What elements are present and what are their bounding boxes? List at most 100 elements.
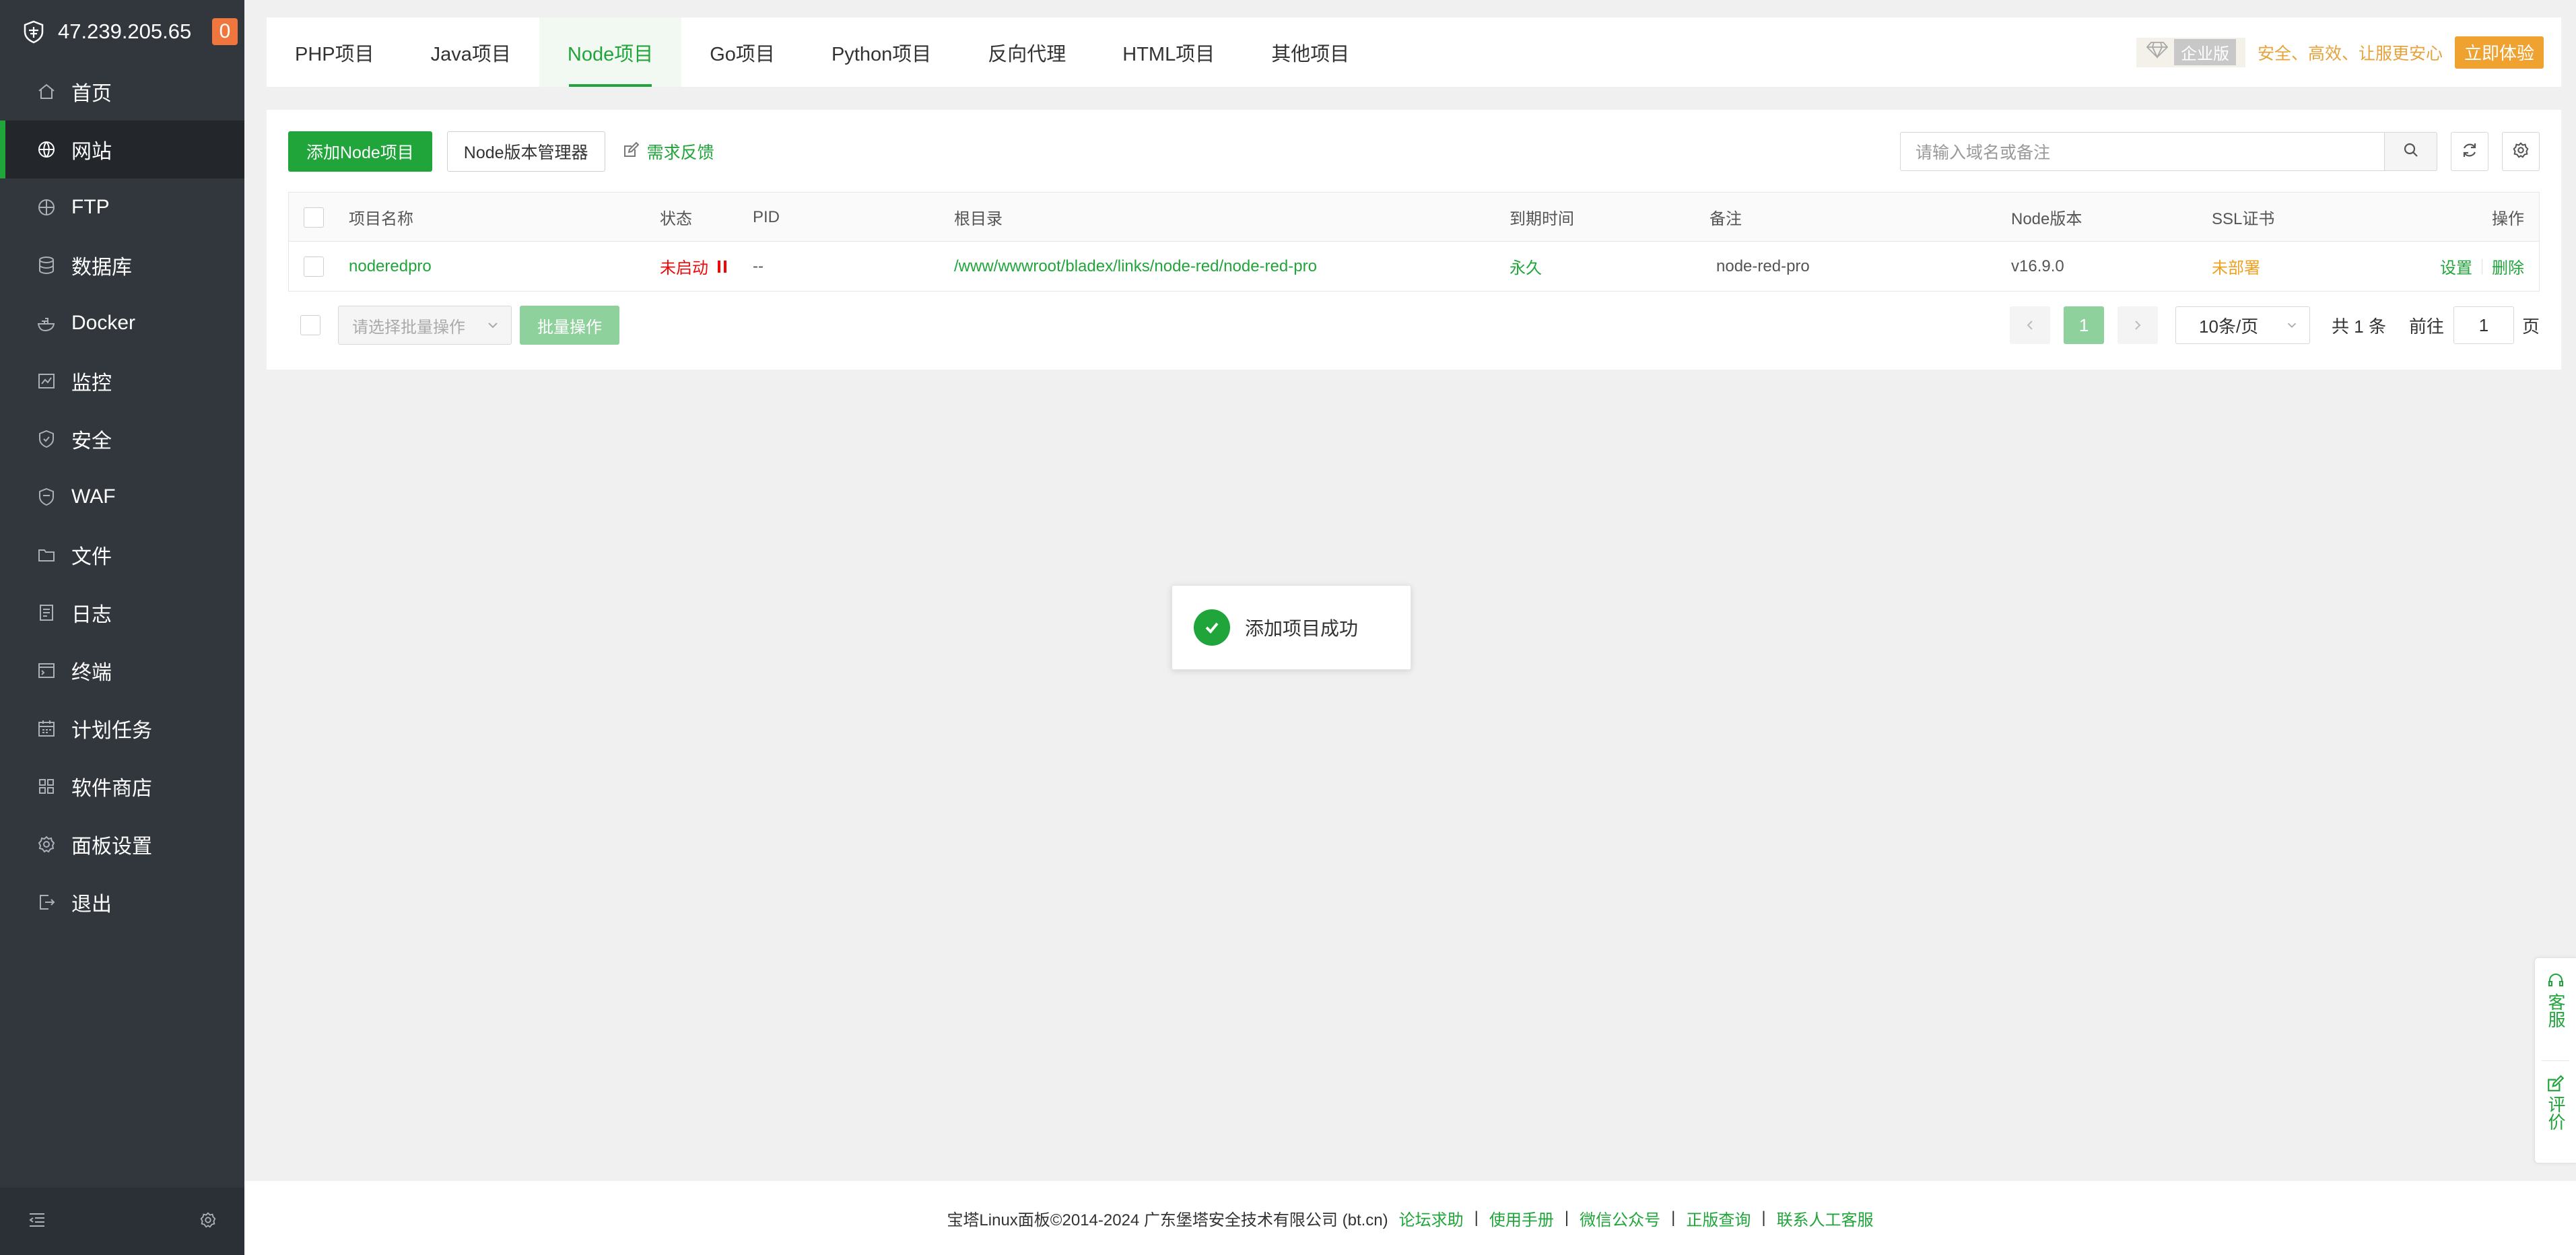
sidebar-item-ftp[interactable]: FTP (0, 178, 244, 236)
sidebar-item-label: 网站 (71, 141, 112, 163)
database-icon (36, 255, 57, 275)
footer-link-wechat[interactable]: 微信公众号 (1580, 1207, 1660, 1230)
sidebar-item-label: 面板设置 (71, 836, 152, 858)
sidebar-item-cron[interactable]: 计划任务 (0, 700, 244, 757)
enterprise-promo: 企业版 安全、高效、让服更安心 立即体验 (2136, 18, 2561, 87)
tab-reverse-proxy[interactable]: 反向代理 (959, 18, 1094, 87)
status-text: 未启动 (660, 259, 708, 277)
terminal-icon (36, 660, 57, 681)
search-input[interactable]: 请输入域名或备注 (1900, 132, 2385, 171)
settings-link[interactable]: 设置 (2440, 255, 2472, 278)
waf-shield-icon (36, 487, 57, 507)
project-name-link[interactable]: noderedpro (349, 242, 432, 291)
project-root-link[interactable]: /www/wwwroot/bladex/links/node-red/node-… (954, 242, 1317, 291)
sidebar-item-label: Docker (71, 312, 136, 334)
tab-html[interactable]: HTML项目 (1094, 18, 1243, 87)
sidebar-item-logs[interactable]: 日志 (0, 584, 244, 642)
table-header-row: 项目名称 状态 PID 根目录 到期时间 备注 Node版本 SSL证书 操作 (289, 193, 2539, 242)
sidebar-item-label: 数据库 (71, 257, 132, 279)
sidebar-item-label: 文件 (71, 546, 112, 568)
sidebar-menu: 首页 网站 FTP 数据库 Docker 监控 安全 WAF 文件 日志 终端 … (0, 63, 244, 931)
search-button[interactable] (2385, 132, 2437, 171)
server-ip[interactable]: 47.239.205.65 (58, 20, 191, 44)
refresh-button[interactable] (2451, 132, 2488, 171)
project-remark[interactable]: node-red-pro (1716, 242, 1810, 291)
footer-link-support[interactable]: 联系人工客服 (1777, 1207, 1874, 1230)
sidebar-footer (0, 1188, 244, 1255)
tab-java[interactable]: Java项目 (403, 18, 539, 87)
enterprise-label: 企业版 (2173, 39, 2236, 65)
table-settings-button[interactable] (2502, 132, 2540, 171)
col-node-version-header: Node版本 (2011, 210, 2082, 228)
footer-link-manual[interactable]: 使用手册 (1489, 1207, 1554, 1230)
try-now-button[interactable]: 立即体验 (2454, 36, 2544, 69)
log-icon (36, 603, 57, 623)
calendar-icon (36, 718, 57, 739)
project-node-version: v16.9.0 (2011, 257, 2064, 275)
sidebar-item-home[interactable]: 首页 (0, 63, 244, 121)
enterprise-tag: 企业版 (2136, 37, 2245, 67)
tab-php[interactable]: PHP项目 (267, 18, 403, 87)
refresh-icon (2460, 141, 2479, 163)
sidebar-item-security[interactable]: 安全 (0, 410, 244, 468)
sidebar-settings-icon[interactable] (199, 1211, 217, 1233)
sidebar-item-database[interactable]: 数据库 (0, 236, 244, 294)
batch-operation-button[interactable]: 批量操作 (520, 306, 619, 345)
page-footer: 宝塔Linux面板©2014-2024 广东堡塔安全技术有限公司 (bt.cn)… (244, 1181, 2576, 1255)
project-expire[interactable]: 永久 (1510, 242, 1542, 291)
node-version-manager-button[interactable]: Node版本管理器 (446, 131, 605, 172)
sidebar-item-settings[interactable]: 面板设置 (0, 815, 244, 873)
review-button[interactable]: 评价 (2535, 1074, 2576, 1130)
sidebar-item-terminal[interactable]: 终端 (0, 642, 244, 700)
notification-badge[interactable]: 0 (212, 18, 238, 45)
sidebar-item-docker[interactable]: Docker (0, 294, 244, 352)
apps-grid-icon (36, 776, 57, 796)
search-icon (2402, 141, 2420, 162)
col-expire-header[interactable]: 到期时间 (1510, 193, 1574, 242)
page-size-value: 10条/页 (2199, 316, 2259, 337)
project-ssl-status[interactable]: 未部署 (2212, 242, 2260, 291)
footer-link-license[interactable]: 正版查询 (1686, 1207, 1751, 1230)
sidebar-item-files[interactable]: 文件 (0, 526, 244, 584)
prev-page-button[interactable] (2010, 306, 2051, 344)
collapse-menu-icon[interactable] (27, 1210, 47, 1233)
tab-node[interactable]: Node项目 (539, 18, 682, 87)
row-checkbox[interactable] (304, 256, 324, 277)
sidebar-item-label: WAF (71, 485, 116, 508)
feedback-link[interactable]: 需求反馈 (623, 139, 714, 164)
select-all-checkbox[interactable] (304, 207, 324, 228)
customer-service-button[interactable]: 客服 (2535, 972, 2576, 1028)
col-name-header[interactable]: 项目名称 (349, 193, 413, 242)
toolbar: 添加Node项目 Node版本管理器 需求反馈 请输入域名或备注 (288, 131, 2540, 172)
goto-page-input[interactable]: 1 (2453, 306, 2514, 344)
delete-link[interactable]: 删除 (2492, 255, 2524, 278)
table-footer: 请选择批量操作 批量操作 1 10条/页 共 1 条 前往 1 页 (300, 305, 2540, 345)
review-label: 评价 (2546, 1095, 2566, 1130)
footer-separator: | (1761, 1209, 1766, 1227)
page-size-select[interactable]: 10条/页 (2175, 306, 2311, 344)
page-unit-label: 页 (2521, 316, 2540, 337)
sidebar-item-monitor[interactable]: 监控 (0, 352, 244, 410)
sidebar-item-label: 日志 (71, 604, 112, 626)
batch-operation-select[interactable]: 请选择批量操作 (338, 306, 512, 345)
floating-service-panel: 客服 评价 (2534, 957, 2576, 1163)
footer-link-forum[interactable]: 论坛求助 (1399, 1207, 1464, 1230)
tab-go[interactable]: Go项目 (681, 18, 803, 87)
project-status[interactable]: 未启动 (660, 242, 726, 291)
chevron-down-icon (488, 323, 498, 329)
sidebar-item-appstore[interactable]: 软件商店 (0, 757, 244, 815)
batch-select-all-checkbox[interactable] (300, 315, 320, 335)
sidebar-item-website[interactable]: 网站 (0, 121, 244, 178)
sidebar-item-logout[interactable]: 退出 (0, 873, 244, 931)
tab-python[interactable]: Python项目 (803, 18, 959, 87)
sidebar-item-waf[interactable]: WAF (0, 468, 244, 526)
add-node-project-button[interactable]: 添加Node项目 (288, 131, 432, 172)
sidebar-item-label: 退出 (71, 893, 112, 916)
next-page-button[interactable] (2117, 306, 2159, 344)
page-number-current[interactable]: 1 (2064, 306, 2105, 344)
project-type-tabs: PHP项目 Java项目 Node项目 Go项目 Python项目 反向代理 H… (267, 18, 2561, 87)
tab-other[interactable]: 其他项目 (1243, 18, 1378, 87)
table-row: noderedpro 未启动 -- /www/wwwroot/bladex/li… (289, 242, 2539, 291)
search-group: 请输入域名或备注 (1900, 132, 2437, 171)
docker-icon (36, 313, 57, 333)
